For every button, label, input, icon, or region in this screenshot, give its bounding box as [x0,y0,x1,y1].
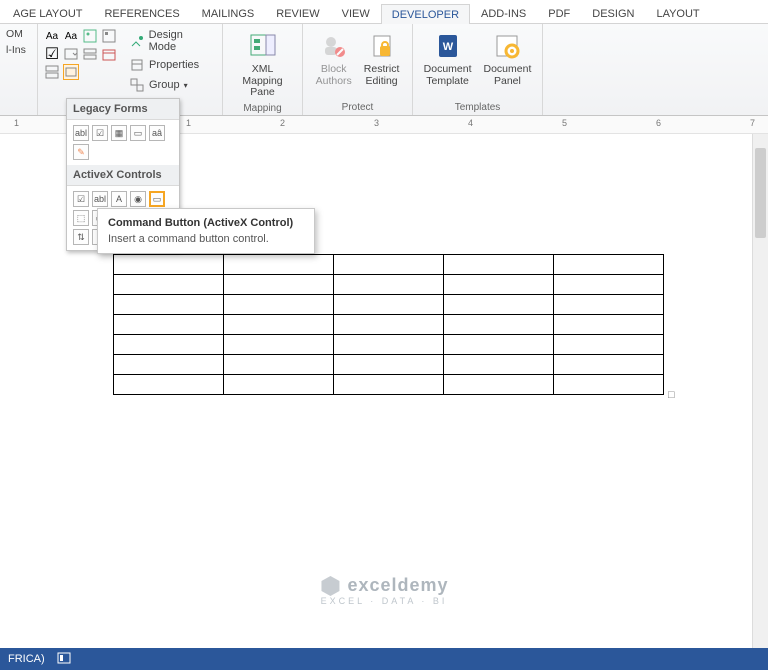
group-label-mapping: Mapping [243,101,281,114]
activex-label-icon[interactable]: A [111,191,127,207]
tooltip-body: Insert a command button control. [108,233,304,245]
design-mode-label: Design Mode [149,29,212,53]
ribbon-left-partial1: OM [6,28,23,40]
tab-layout[interactable]: LAYOUT [645,3,710,23]
control-checkbox-icon[interactable]: ☑ [44,46,60,62]
legacy-forms-header: Legacy Forms [67,99,179,120]
watermark-brand: exceldemy [347,575,448,596]
ruler-mark: 3 [374,118,379,128]
xml-mapping-button[interactable]: XML Mapping Pane [229,28,296,101]
document-template-button[interactable]: W Document Template [420,28,476,89]
group-label-templates: Templates [455,100,501,113]
tab-references[interactable]: REFERENCES [93,3,190,23]
ribbon-tabs: AGE LAYOUT REFERENCES MAILINGS REVIEW VI… [0,0,768,24]
control-legacy-icon[interactable] [63,64,79,80]
control-date-icon[interactable] [101,46,117,62]
ruler-mark: 4 [468,118,473,128]
document-template-label: Document Template [424,64,472,87]
activex-listbox-icon[interactable]: ⬚ [73,210,89,226]
properties-icon [129,57,145,73]
properties-button[interactable]: Properties [125,56,216,74]
tab-pdf[interactable]: PDF [537,3,581,23]
document-panel-button[interactable]: Document Panel [480,28,536,89]
chevron-down-icon: ▾ [184,81,188,90]
block-authors-button[interactable]: Block Authors [312,28,356,89]
vertical-scrollbar[interactable] [752,134,768,648]
legacy-reset-icon[interactable]: ✎ [73,144,89,160]
ruler-mark: 7 [750,118,755,128]
control-picture-icon[interactable] [82,28,98,44]
restrict-editing-label: Restrict Editing [364,64,400,87]
watermark: exceldemy EXCEL · DATA · BI [319,574,448,606]
legacy-shading-icon[interactable]: aâ [149,125,165,141]
table-row[interactable] [114,295,664,315]
group-label: Group [149,79,180,91]
ruler-mark: 6 [656,118,661,128]
ruler-mark: 2 [280,118,285,128]
group-label-protect: Protect [342,100,374,113]
status-bar: FRICA) [0,648,768,670]
design-mode-button[interactable]: Design Mode [125,28,216,54]
properties-label: Properties [149,59,199,71]
tab-developer[interactable]: DEVELOPER [381,4,470,24]
xml-mapping-label: XML Mapping Pane [233,64,292,99]
activex-textbox-icon[interactable]: abl [92,191,108,207]
tab-addins[interactable]: ADD-INS [470,3,537,23]
tab-view[interactable]: VIEW [331,3,381,23]
scrollbar-thumb[interactable] [755,148,766,238]
activex-scrollbar-icon[interactable]: ⇅ [73,229,89,245]
activex-controls-header: ActiveX Controls [67,165,179,186]
legacy-checkbox-icon[interactable]: ☑ [92,125,108,141]
block-authors-label: Block Authors [316,64,352,87]
control-plaintext-icon[interactable]: Aa [63,28,79,44]
document-template-icon: W [432,30,464,62]
control-buildingblock-icon[interactable] [101,28,117,44]
control-dropdown-icon[interactable] [82,46,98,62]
ribbon-left-partial2: l-Ins [6,44,26,56]
status-language[interactable]: FRICA) [8,653,45,665]
tooltip-title: Command Button (ActiveX Control) [108,217,304,229]
status-macro-icon[interactable] [57,652,71,667]
tab-mailings[interactable]: MAILINGS [191,3,266,23]
svg-text:W: W [442,41,453,53]
table-row[interactable] [114,275,664,295]
tab-review[interactable]: REVIEW [265,3,330,23]
legacy-frame-icon[interactable]: ▭ [130,125,146,141]
group-label-blank [6,100,9,113]
table-row[interactable] [114,255,664,275]
command-button-tooltip: Command Button (ActiveX Control) Insert … [97,208,315,254]
group-icon [129,77,145,93]
control-repeating-icon[interactable] [44,64,60,80]
table-row[interactable] [114,355,664,375]
legacy-dropdown-icon[interactable]: ▦ [111,125,127,141]
tab-page-layout[interactable]: AGE LAYOUT [2,3,93,23]
control-combobox-icon[interactable] [63,46,79,62]
document-panel-label: Document Panel [484,64,532,87]
restrict-editing-button[interactable]: Restrict Editing [360,28,404,89]
table-row[interactable] [114,375,664,395]
activex-command-button-icon[interactable]: ▭ [149,191,165,207]
activex-checkbox-icon[interactable]: ☑ [73,191,89,207]
group-button[interactable]: Group ▾ [125,76,216,94]
watermark-tagline: EXCEL · DATA · BI [319,596,448,606]
tab-design[interactable]: DESIGN [581,3,645,23]
watermark-logo-icon [319,574,341,596]
ruler-mark: 5 [562,118,567,128]
ruler-mark: 1 [14,118,19,128]
table-resize-handle-icon[interactable]: □ [668,389,675,401]
table-row[interactable] [114,335,664,355]
document-panel-icon [491,30,523,62]
xml-mapping-icon [247,30,279,62]
legacy-text-field-icon[interactable]: abl [73,125,89,141]
design-mode-icon [129,33,145,49]
activex-option-icon[interactable]: ◉ [130,191,146,207]
ruler-mark: 1 [186,118,191,128]
control-richtext-icon[interactable]: Aa [44,28,60,44]
table-row[interactable] [114,315,664,335]
document-table[interactable] [113,254,664,395]
restrict-editing-icon [366,30,398,62]
block-authors-icon [318,30,350,62]
